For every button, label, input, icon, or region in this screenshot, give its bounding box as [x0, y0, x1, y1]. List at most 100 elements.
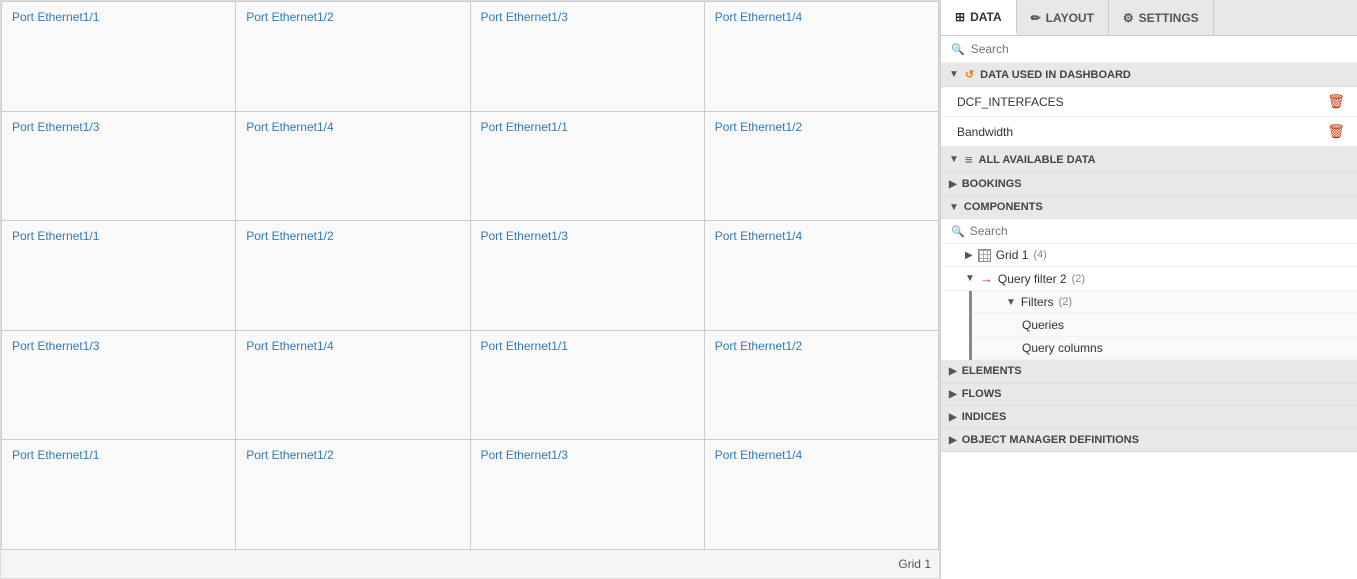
- grid1-tree-item[interactable]: ▶ Grid 1 (4): [941, 244, 1357, 267]
- flows-header[interactable]: ▶ FLOWS: [941, 383, 1357, 406]
- port-label: Port Ethernet1/2: [246, 229, 333, 243]
- object-manager-label: OBJECT MANAGER DEFINITIONS: [962, 434, 1139, 446]
- port-label: Port Ethernet1/3: [481, 10, 568, 24]
- components-label: COMPONENTS: [964, 201, 1043, 213]
- port-label: Port Ethernet1/3: [12, 120, 99, 134]
- grid-cell[interactable]: Port Ethernet1/4: [705, 2, 939, 112]
- bookings-arrow: ▶: [949, 179, 957, 190]
- grid-area: Port Ethernet1/1 Port Ethernet1/2 Port Eth…: [0, 0, 940, 579]
- components-search-input[interactable]: [970, 224, 1347, 238]
- panel-content: ▼ ↺ DATA USED IN DASHBOARD DCF_INTERFACE…: [941, 63, 1357, 579]
- grid-cell[interactable]: Port Ethernet1/3: [471, 221, 705, 331]
- settings-tab-icon: ⚙: [1123, 11, 1134, 25]
- components-search-box: 🔍: [941, 219, 1357, 244]
- tab-data[interactable]: ⊞ DATA: [941, 0, 1017, 35]
- all-available-label: ALL AVAILABLE DATA: [979, 154, 1096, 166]
- port-label: Port Ethernet1/3: [12, 339, 99, 353]
- elements-header[interactable]: ▶ ELEMENTS: [941, 360, 1357, 383]
- tab-layout[interactable]: ✏ LAYOUT: [1017, 0, 1109, 35]
- grid-cell[interactable]: Port Ethernet1/2: [236, 2, 470, 112]
- flows-label: FLOWS: [962, 388, 1002, 400]
- bandwidth-delete-icon[interactable]: 🗑: [1327, 123, 1345, 140]
- queries-tree-item[interactable]: Queries: [972, 314, 1357, 337]
- grid1-count: (4): [1033, 249, 1046, 261]
- all-available-icon: ≡: [965, 152, 973, 167]
- port-label: Port Ethernet1/1: [12, 10, 99, 24]
- port-label: Port Ethernet1/4: [715, 229, 802, 243]
- tab-settings[interactable]: ⚙ SETTINGS: [1109, 0, 1214, 35]
- data-used-arrow: ▼: [949, 69, 959, 80]
- data-used-label: DATA USED IN DASHBOARD: [980, 69, 1131, 81]
- grid-footer-label: Grid 1: [898, 557, 931, 571]
- grid-cell[interactable]: Port Ethernet1/3: [471, 2, 705, 112]
- grid-cell[interactable]: Port Ethernet1/4: [705, 221, 939, 331]
- grid-cell[interactable]: Port Ethernet1/4: [705, 440, 939, 550]
- grid-cell[interactable]: Port Ethernet1/1: [2, 2, 236, 112]
- components-header[interactable]: ▼ COMPONENTS: [941, 196, 1357, 218]
- grid1-icon: [978, 249, 991, 262]
- grid-cell[interactable]: Port Ethernet1/2: [236, 440, 470, 550]
- grid-cell[interactable]: Port Ethernet1/4: [236, 331, 470, 441]
- port-label: Port Ethernet1/1: [481, 120, 568, 134]
- bandwidth-label: Bandwidth: [957, 125, 1013, 139]
- dcf-interfaces-label: DCF_INTERFACES: [957, 95, 1064, 109]
- filters-arrow: ▼: [1006, 297, 1016, 308]
- right-panel: ⊞ DATA ✏ LAYOUT ⚙ SETTINGS 🔍 ▼ ↺ DATA US…: [940, 0, 1357, 579]
- port-label: Port Ethernet1/4: [715, 10, 802, 24]
- data-item-dcf: DCF_INTERFACES 🗑: [941, 87, 1357, 117]
- query-filter-count: (2): [1072, 273, 1085, 285]
- port-label: Port Ethernet1/4: [715, 448, 802, 462]
- port-label: Port Ethernet1/1: [12, 229, 99, 243]
- grid-cell[interactable]: Port Ethernet1/3: [2, 331, 236, 441]
- all-available-header[interactable]: ▼ ≡ ALL AVAILABLE DATA: [941, 147, 1357, 173]
- port-label: Port Ethernet1/2: [715, 339, 802, 353]
- grid-cell[interactable]: Port Ethernet1/1: [2, 440, 236, 550]
- filters-label: Filters: [1021, 295, 1054, 309]
- components-search-icon: 🔍: [951, 225, 965, 238]
- query-columns-tree-item[interactable]: Query columns: [972, 337, 1357, 360]
- port-label: Port Ethernet1/3: [481, 448, 568, 462]
- tab-settings-label: SETTINGS: [1139, 11, 1199, 25]
- object-manager-arrow: ▶: [949, 435, 957, 446]
- grid-cell[interactable]: Port Ethernet1/1: [471, 112, 705, 222]
- grid-cell[interactable]: Port Ethernet1/2: [705, 331, 939, 441]
- queries-label: Queries: [1022, 318, 1064, 332]
- grid-cell[interactable]: Port Ethernet1/3: [2, 112, 236, 222]
- grid-cell[interactable]: Port Ethernet1/4: [236, 112, 470, 222]
- query-filter-icon: →: [980, 271, 993, 286]
- filters-count: (2): [1059, 296, 1072, 308]
- filters-tree-item[interactable]: ▼ Filters (2): [972, 291, 1357, 314]
- filter-content: ▼ Filters (2) Queries Query columns: [972, 291, 1357, 360]
- bookings-label: BOOKINGS: [962, 178, 1022, 190]
- grid-cell[interactable]: Port Ethernet1/1: [471, 331, 705, 441]
- data-used-header[interactable]: ▼ ↺ DATA USED IN DASHBOARD: [941, 63, 1357, 87]
- grid-cell[interactable]: Port Ethernet1/1: [2, 221, 236, 331]
- filters-section: ▼ Filters (2) Queries Query columns: [941, 291, 1357, 360]
- port-label: Port Ethernet1/2: [246, 10, 333, 24]
- port-label: Port Ethernet1/4: [246, 120, 333, 134]
- port-label: Port Ethernet1/2: [246, 448, 333, 462]
- bookings-header[interactable]: ▶ BOOKINGS: [941, 173, 1357, 196]
- indices-label: INDICES: [962, 411, 1007, 423]
- grid-cell[interactable]: Port Ethernet1/2: [705, 112, 939, 222]
- data-used-icon: ↺: [965, 68, 974, 81]
- port-label: Port Ethernet1/2: [715, 120, 802, 134]
- tab-data-label: DATA: [970, 10, 1002, 24]
- dcf-delete-icon[interactable]: 🗑: [1327, 93, 1345, 110]
- all-available-arrow: ▼: [949, 154, 959, 165]
- query-columns-label: Query columns: [1022, 341, 1103, 355]
- top-search-input[interactable]: [971, 42, 1347, 56]
- port-label: Port Ethernet1/1: [481, 339, 568, 353]
- query-filter-label: Query filter 2: [998, 272, 1067, 286]
- indices-arrow: ▶: [949, 412, 957, 423]
- grid-cell[interactable]: Port Ethernet1/3: [471, 440, 705, 550]
- grid-container: Port Ethernet1/1 Port Ethernet1/2 Port Eth…: [1, 1, 939, 550]
- elements-arrow: ▶: [949, 366, 957, 377]
- top-search-icon: 🔍: [951, 43, 965, 56]
- tab-layout-label: LAYOUT: [1046, 11, 1094, 25]
- object-manager-header[interactable]: ▶ OBJECT MANAGER DEFINITIONS: [941, 429, 1357, 452]
- grid-cell[interactable]: Port Ethernet1/2: [236, 221, 470, 331]
- query-filter-tree-item[interactable]: ▼ → Query filter 2 (2): [941, 267, 1357, 291]
- indices-header[interactable]: ▶ INDICES: [941, 406, 1357, 429]
- port-label: Port Ethernet1/4: [246, 339, 333, 353]
